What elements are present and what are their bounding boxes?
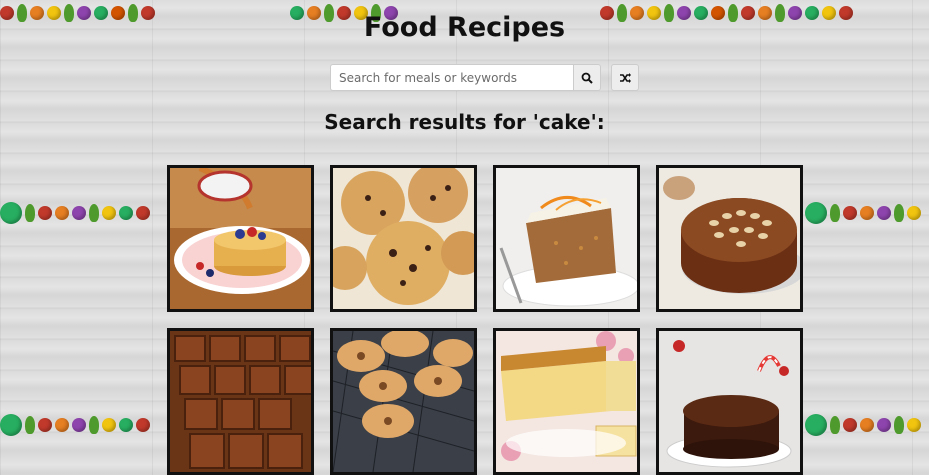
meal-card[interactable] xyxy=(330,165,477,312)
meal-card[interactable] xyxy=(167,328,314,475)
meal-card[interactable] xyxy=(493,165,640,312)
pound-cake-image xyxy=(496,331,637,472)
search-icon xyxy=(581,72,593,84)
carrot-cake-image xyxy=(496,168,637,309)
page-title: Food Recipes xyxy=(363,12,566,43)
shuffle-icon xyxy=(619,72,631,83)
veg-border-bottom-right xyxy=(805,400,929,450)
veg-border-bottom-left xyxy=(0,400,165,450)
brownies-image xyxy=(170,331,311,472)
scones-image xyxy=(333,168,474,309)
search-form xyxy=(330,64,601,91)
random-meal-button[interactable] xyxy=(611,64,639,91)
meal-card[interactable] xyxy=(330,328,477,475)
christmas-cake-image xyxy=(659,331,800,472)
pancakes-image xyxy=(170,168,311,309)
doughnuts-image xyxy=(333,331,474,472)
dundee-cake-image xyxy=(659,168,800,309)
search-button[interactable] xyxy=(573,64,601,91)
meal-card[interactable] xyxy=(656,165,803,312)
meal-card[interactable] xyxy=(167,165,314,312)
veg-border-mid-right xyxy=(805,188,929,238)
meal-card[interactable] xyxy=(656,328,803,475)
results-heading: Search results for 'cake': xyxy=(324,110,605,134)
search-input[interactable] xyxy=(330,64,573,91)
meal-card[interactable] xyxy=(493,328,640,475)
veg-border-mid-left xyxy=(0,188,165,238)
